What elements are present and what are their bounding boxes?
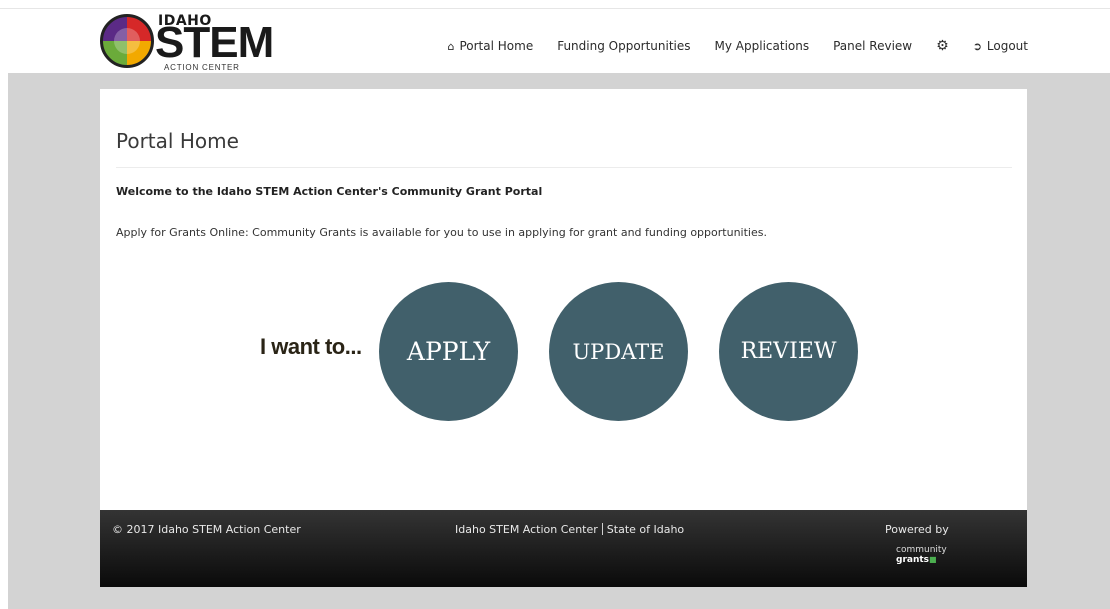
idaho-stem-logo[interactable]: IDAHO STEM ACTION CENTER	[100, 13, 274, 73]
i-want-to-label: I want to...	[260, 334, 362, 359]
brand-dot-icon: ■	[929, 555, 937, 564]
home-icon: ⌂	[447, 39, 455, 53]
community-grants-logo[interactable]: community grants■	[896, 545, 947, 565]
logo-main-text: STEM	[155, 18, 274, 67]
nav-logout[interactable]: ➲ Logout	[973, 39, 1028, 53]
title-divider	[116, 167, 1012, 168]
top-border	[0, 0, 1110, 9]
gear-icon: ⚙	[936, 38, 949, 54]
nav-my-applications[interactable]: My Applications	[715, 39, 810, 53]
logo-emblem-icon	[100, 14, 154, 68]
review-button[interactable]: REVIEW	[719, 282, 858, 421]
update-button[interactable]: UPDATE	[549, 282, 688, 421]
nav-portal-home-label: Portal Home	[459, 39, 534, 53]
welcome-heading: Welcome to the Idaho STEM Action Center'…	[116, 185, 543, 198]
site-header: IDAHO STEM ACTION CENTER ⌂ Portal Home F…	[0, 9, 1110, 73]
nav-funding-opportunities[interactable]: Funding Opportunities	[557, 39, 690, 53]
apply-button[interactable]: APPLY	[379, 282, 518, 421]
powered-by-label: Powered by	[885, 523, 949, 536]
nav-settings[interactable]: ⚙	[936, 38, 949, 54]
nav-panel-review-label: Panel Review	[833, 39, 913, 53]
logo-sub-text: ACTION CENTER	[164, 63, 240, 72]
nav-portal-home[interactable]: ⌂ Portal Home	[447, 39, 533, 53]
footer-copyright: © 2017 Idaho STEM Action Center	[112, 523, 301, 536]
page-title: Portal Home	[116, 129, 239, 153]
brand-line-community: community	[896, 545, 947, 555]
site-footer: © 2017 Idaho STEM Action Center Idaho ST…	[100, 510, 1027, 587]
footer-links: Idaho STEM Action Center State of Idaho	[455, 523, 684, 536]
footer-link-stem-center[interactable]: Idaho STEM Action Center	[455, 523, 598, 536]
nav-logout-label: Logout	[986, 39, 1028, 53]
nav-my-applications-label: My Applications	[714, 39, 810, 53]
intro-text: Apply for Grants Online: Community Grant…	[116, 226, 767, 239]
footer-link-state-of-idaho[interactable]: State of Idaho	[607, 523, 684, 536]
content-card: Portal Home Welcome to the Idaho STEM Ac…	[100, 89, 1027, 510]
logout-icon: ➲	[972, 39, 982, 53]
brand-line-grants: grants	[896, 555, 930, 565]
footer-link-separator	[601, 523, 603, 535]
nav-funding-opportunities-label: Funding Opportunities	[557, 39, 691, 53]
nav-panel-review[interactable]: Panel Review	[833, 39, 912, 53]
main-nav: ⌂ Portal Home Funding Opportunities My A…	[423, 38, 1028, 54]
